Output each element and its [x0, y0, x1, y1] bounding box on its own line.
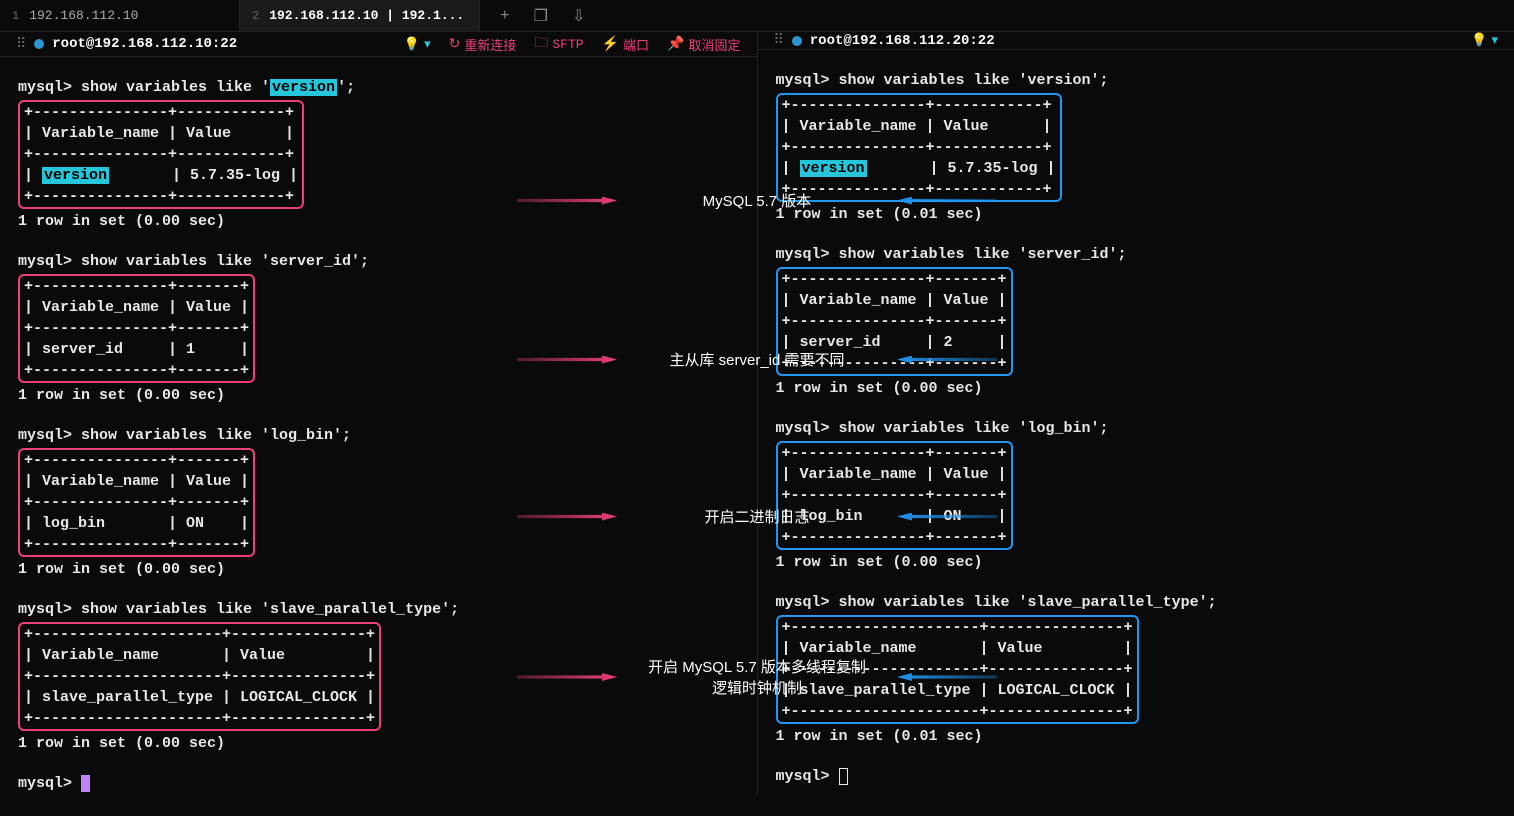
- pane-left: ⠿ root@192.168.112.10:22 💡 ▾ ↻ 重新连接 🗀 SF…: [0, 32, 758, 795]
- toolbar-label: 端口: [623, 35, 649, 54]
- bulb-icon: 💡: [404, 37, 420, 52]
- result-table: +---------------+------------+| Variable…: [776, 93, 1062, 202]
- result-table: +---------------+------------+| Variable…: [18, 100, 304, 209]
- pane-right: ⠿ root@192.168.112.20:22 💡 ▾ mysql> show…: [758, 32, 1514, 795]
- hint-button[interactable]: 💡 ▾: [1471, 33, 1498, 48]
- result-table: +---------------+-------+| Variable_name…: [776, 267, 1013, 376]
- pane-toolbar: 💡 ▾: [1471, 33, 1498, 48]
- pin-icon: 📌: [667, 36, 684, 53]
- terminal-left[interactable]: mysql> show variables like 'version';+--…: [0, 57, 757, 816]
- unpin-button[interactable]: 📌 取消固定: [667, 35, 740, 54]
- result-table: +---------------+-------+| Variable_name…: [776, 441, 1013, 550]
- cursor-icon: [81, 775, 90, 792]
- pane-title: root@192.168.112.10:22: [52, 36, 237, 52]
- add-tab-icon[interactable]: +: [500, 7, 510, 25]
- result-table: +---------------+-------+| Variable_name…: [18, 274, 255, 383]
- tab-number: 2: [252, 9, 259, 23]
- tab-number: 1: [12, 9, 19, 23]
- sftp-button[interactable]: 🗀 SFTP: [534, 32, 583, 56]
- sql-command: mysql> show variables like 'slave_parall…: [776, 592, 1497, 615]
- pane-toolbar: 💡 ▾ ↻ 重新连接 🗀 SFTP ⚡ 端口 📌 取消固定: [404, 32, 741, 56]
- terminal-right[interactable]: mysql> show variables like 'version';+--…: [758, 50, 1514, 809]
- toolbar-label: 重新连接: [464, 35, 516, 54]
- download-icon[interactable]: ⇩: [572, 6, 585, 26]
- hint-button[interactable]: 💡 ▾: [404, 37, 431, 52]
- result-summary: 1 row in set (0.00 sec): [18, 211, 739, 234]
- sql-command: mysql> show variables like 'server_id';: [776, 244, 1497, 267]
- sql-command: mysql> show variables like 'version';: [18, 77, 739, 100]
- pane-header-info: ⠿ root@192.168.112.10:22: [16, 36, 237, 53]
- plug-icon: ⚡: [602, 36, 619, 53]
- tab-title: 192.168.112.10: [29, 8, 138, 23]
- sql-command: mysql> show variables like 'log_bin';: [18, 425, 739, 448]
- result-table: +---------------------+---------------+|…: [18, 622, 381, 731]
- result-summary: 1 row in set (0.00 sec): [776, 378, 1497, 401]
- tab-bar: 1 192.168.112.10 2 192.168.112.10 | 192.…: [0, 0, 1514, 32]
- sql-command: mysql> show variables like 'server_id';: [18, 251, 739, 274]
- pane-header-info: ⠿ root@192.168.112.20:22: [774, 32, 995, 49]
- result-table: +---------------+-------+| Variable_name…: [18, 448, 255, 557]
- pane-title: root@192.168.112.20:22: [810, 33, 995, 49]
- bulb-icon: 💡: [1471, 33, 1487, 48]
- windows-icon[interactable]: ❐: [534, 6, 548, 26]
- result-summary: 1 row in set (0.00 sec): [18, 385, 739, 408]
- result-summary: 1 row in set (0.00 sec): [18, 559, 739, 582]
- chevron-down-icon: ▾: [1491, 33, 1498, 48]
- tab-actions: + ❐ ⇩: [480, 6, 605, 26]
- grip-icon[interactable]: ⠿: [16, 36, 26, 53]
- reconnect-button[interactable]: ↻ 重新连接: [449, 35, 517, 54]
- cursor-icon: [839, 768, 848, 785]
- toolbar-label: SFTP: [552, 37, 583, 52]
- status-dot-icon: [792, 36, 802, 46]
- folder-icon: 🗀: [534, 32, 548, 56]
- result-summary: 1 row in set (0.00 sec): [776, 552, 1497, 575]
- chevron-down-icon: ▾: [424, 37, 431, 52]
- sql-command: mysql> show variables like 'version';: [776, 70, 1497, 93]
- grip-icon[interactable]: ⠿: [774, 32, 784, 49]
- refresh-icon: ↻: [449, 36, 461, 53]
- panes-container: ⠿ root@192.168.112.10:22 💡 ▾ ↻ 重新连接 🗀 SF…: [0, 32, 1514, 795]
- result-summary: 1 row in set (0.01 sec): [776, 204, 1497, 227]
- sql-command: mysql> show variables like 'log_bin';: [776, 418, 1497, 441]
- result-summary: 1 row in set (0.01 sec): [776, 726, 1497, 749]
- result-summary: 1 row in set (0.00 sec): [18, 733, 739, 756]
- port-button[interactable]: ⚡ 端口: [602, 35, 649, 54]
- mysql-prompt: mysql>: [18, 773, 739, 796]
- tab-title: 192.168.112.10 | 192.1...: [269, 8, 464, 23]
- pane-header-right: ⠿ root@192.168.112.20:22 💡 ▾: [758, 32, 1514, 50]
- toolbar-label: 取消固定: [688, 35, 740, 54]
- pane-header-left: ⠿ root@192.168.112.10:22 💡 ▾ ↻ 重新连接 🗀 SF…: [0, 32, 757, 57]
- mysql-prompt: mysql>: [776, 766, 1497, 789]
- tab-2[interactable]: 2 192.168.112.10 | 192.1...: [240, 0, 480, 31]
- tab-1[interactable]: 1 192.168.112.10: [0, 0, 240, 31]
- sql-command: mysql> show variables like 'slave_parall…: [18, 599, 739, 622]
- status-dot-icon: [34, 39, 44, 49]
- result-table: +---------------------+---------------+|…: [776, 615, 1139, 724]
